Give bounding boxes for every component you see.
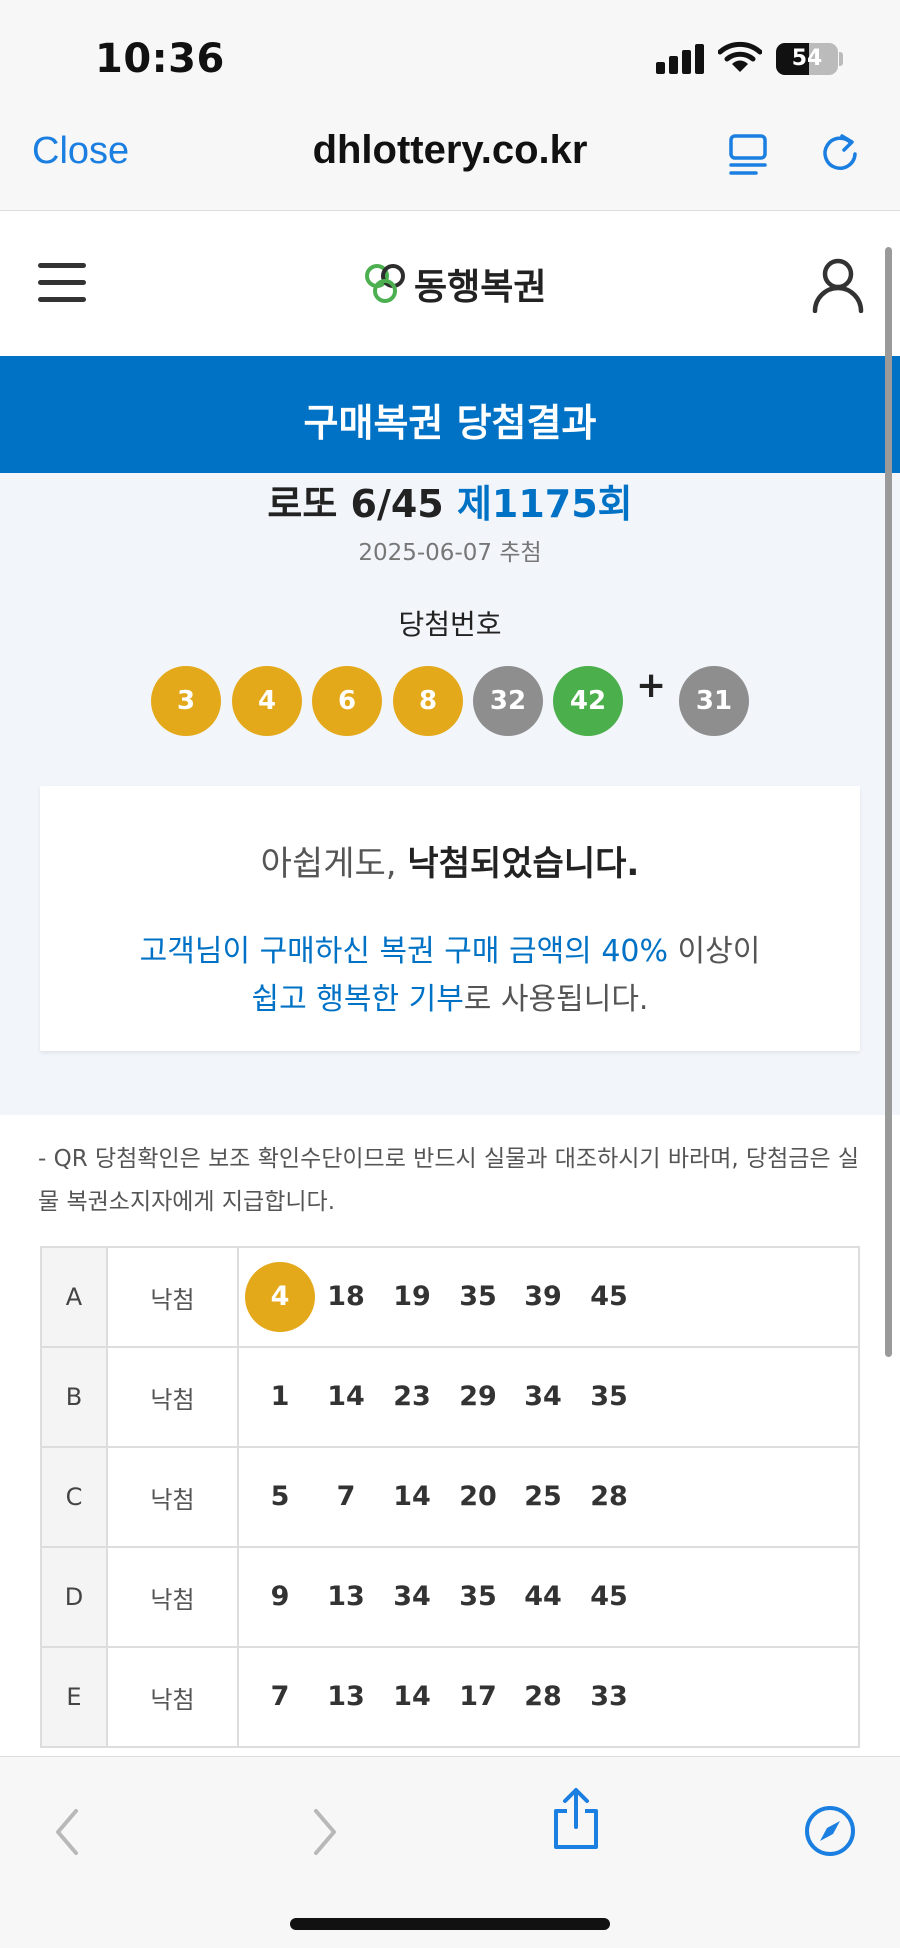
- back-icon[interactable]: [50, 1807, 84, 1857]
- ticket-result: 낙첨: [106, 1246, 239, 1348]
- forward-icon[interactable]: [308, 1807, 342, 1857]
- round-number: 제1175회: [456, 482, 633, 526]
- ticket-number: 19: [393, 1281, 431, 1312]
- ticket-row-label: D: [40, 1546, 108, 1648]
- donation-line-1: 고객님이 구매하신 복권 구매 금액의 40% 이상이: [40, 926, 860, 970]
- compass-icon[interactable]: [804, 1805, 856, 1857]
- message-lead: 아쉽게도,: [260, 844, 397, 884]
- ticket-table: A 낙첨 4 18 19 35 39 45 B 낙첨 1 14 23 29 34 35 C 낙첨 5 7 14 20 25 2…: [40, 1246, 860, 1748]
- lotto-title: 로또 6/45 제1175회: [0, 473, 900, 528]
- donation-text-2: 로 사용됩니다.: [463, 982, 649, 1017]
- ticket-number: 25: [524, 1481, 562, 1512]
- reload-icon[interactable]: [818, 132, 862, 176]
- winning-ball: 4: [232, 666, 302, 736]
- ticket-number: 7: [336, 1481, 356, 1512]
- status-time: 10:36: [95, 36, 225, 82]
- ticket-result: 낙첨: [106, 1346, 239, 1448]
- result-section: 로또 6/45 제1175회 2025-06-07 추첨 당첨번호 3 4 6 …: [0, 473, 900, 1115]
- ticket-number: 9: [270, 1581, 290, 1612]
- donation-line-2: 쉽고 행복한 기부로 사용됩니다.: [40, 974, 860, 1018]
- reader-mode-icon[interactable]: [728, 132, 768, 176]
- ticket-number: 33: [590, 1681, 628, 1712]
- game-name: 로또 6/45: [267, 482, 444, 526]
- battery-level: 54: [791, 46, 823, 71]
- ticket-number: 14: [327, 1381, 365, 1412]
- donation-highlight-2: 쉽고 행복한 기부: [251, 982, 464, 1017]
- winning-numbers-label: 당첨번호: [398, 608, 502, 641]
- clover-logo-icon: [365, 264, 405, 303]
- ticket-number: 34: [524, 1381, 562, 1412]
- ticket-number: 17: [459, 1681, 497, 1712]
- result-message-card: 아쉽게도, 낙첨되었습니다. 고객님이 구매하신 복권 구매 금액의 40% 이…: [40, 786, 860, 1051]
- ticket-number: 35: [459, 1281, 497, 1312]
- ticket-number: 13: [327, 1581, 365, 1612]
- ticket-row: E 낙첨 7 13 14 17 28 33: [40, 1646, 860, 1748]
- ticket-number: 23: [393, 1381, 431, 1412]
- status-bar: 10:36 54: [0, 0, 900, 108]
- ticket-number: 13: [327, 1681, 365, 1712]
- ticket-number: 39: [524, 1281, 562, 1312]
- draw-date: 2025-06-07 추첨: [358, 540, 542, 566]
- ticket-number: 44: [524, 1581, 562, 1612]
- hamburger-menu-icon[interactable]: [38, 261, 86, 305]
- browser-bar: Close dhlottery.co.kr: [0, 108, 900, 211]
- donation-highlight-1: 고객님이 구매하신 복권 구매 금액의 40%: [139, 934, 669, 969]
- message-status: 낙첨되었습니다.: [407, 844, 640, 884]
- result-message: 아쉽게도, 낙첨되었습니다.: [40, 836, 860, 885]
- ticket-number: 5: [270, 1481, 290, 1512]
- winning-ball: 6: [312, 666, 382, 736]
- donation-text-1: 이상이: [668, 934, 761, 969]
- battery-icon: 54: [776, 43, 838, 75]
- ticket-result: 낙첨: [106, 1446, 239, 1548]
- signal-icon: [656, 44, 704, 74]
- wifi-icon: [718, 41, 762, 72]
- ticket-number: 14: [393, 1481, 431, 1512]
- plus-sign: +: [636, 665, 667, 706]
- winning-ball: 42: [553, 666, 623, 736]
- winning-ball: 3: [151, 666, 221, 736]
- ticket-number: 20: [459, 1481, 497, 1512]
- site-header: 동행복권: [0, 211, 900, 356]
- ticket-row-label: E: [40, 1646, 108, 1748]
- ticket-numbers: 1 14 23 29 34 35: [237, 1346, 860, 1448]
- page-title: 구매복권 당첨결과: [303, 401, 597, 445]
- ticket-number: 35: [459, 1581, 497, 1612]
- scrollbar[interactable]: [885, 247, 892, 1357]
- ticket-row-label: A: [40, 1246, 108, 1348]
- ticket-number: 29: [459, 1381, 497, 1412]
- ticket-numbers: 9 13 34 35 44 45: [237, 1546, 860, 1648]
- qr-notice: - QR 당첨확인은 보조 확인수단이므로 반드시 실물과 대조하시기 바라며,…: [38, 1146, 860, 1215]
- ticket-number: 45: [590, 1281, 628, 1312]
- ticket-result: 낙첨: [106, 1546, 239, 1648]
- matched-number: 4: [245, 1262, 315, 1332]
- ticket-numbers: 5 7 14 20 25 28: [237, 1446, 860, 1548]
- ticket-number: 7: [270, 1681, 290, 1712]
- site-logo[interactable]: 동행복권: [362, 259, 546, 309]
- ticket-row: C 낙첨 5 7 14 20 25 28: [40, 1446, 860, 1548]
- ticket-number: 45: [590, 1581, 628, 1612]
- winning-ball: 32: [473, 666, 543, 736]
- ticket-number: 18: [327, 1281, 365, 1312]
- ticket-row: D 낙첨 9 13 34 35 44 45: [40, 1546, 860, 1648]
- ticket-result: 낙첨: [106, 1646, 239, 1748]
- ticket-number: 28: [590, 1481, 628, 1512]
- ticket-row: A 낙첨 4 18 19 35 39 45: [40, 1246, 860, 1348]
- share-icon[interactable]: [550, 1787, 602, 1851]
- ticket-number: 35: [590, 1381, 628, 1412]
- ticket-number: 34: [393, 1581, 431, 1612]
- page-banner: 구매복권 당첨결과: [0, 356, 900, 473]
- ticket-number: 28: [524, 1681, 562, 1712]
- bonus-ball: 31: [679, 666, 749, 736]
- ticket-number: 14: [393, 1681, 431, 1712]
- ticket-numbers: 4 18 19 35 39 45: [237, 1246, 860, 1348]
- ticket-row-label: B: [40, 1346, 108, 1448]
- user-icon[interactable]: [812, 257, 864, 313]
- logo-text: 동행복권: [414, 267, 547, 308]
- winning-ball: 8: [393, 666, 463, 736]
- ticket-number: 1: [270, 1381, 290, 1412]
- ticket-row: B 낙첨 1 14 23 29 34 35: [40, 1346, 860, 1448]
- ticket-row-label: C: [40, 1446, 108, 1548]
- home-indicator: [290, 1918, 610, 1930]
- ticket-numbers: 7 13 14 17 28 33: [237, 1646, 860, 1748]
